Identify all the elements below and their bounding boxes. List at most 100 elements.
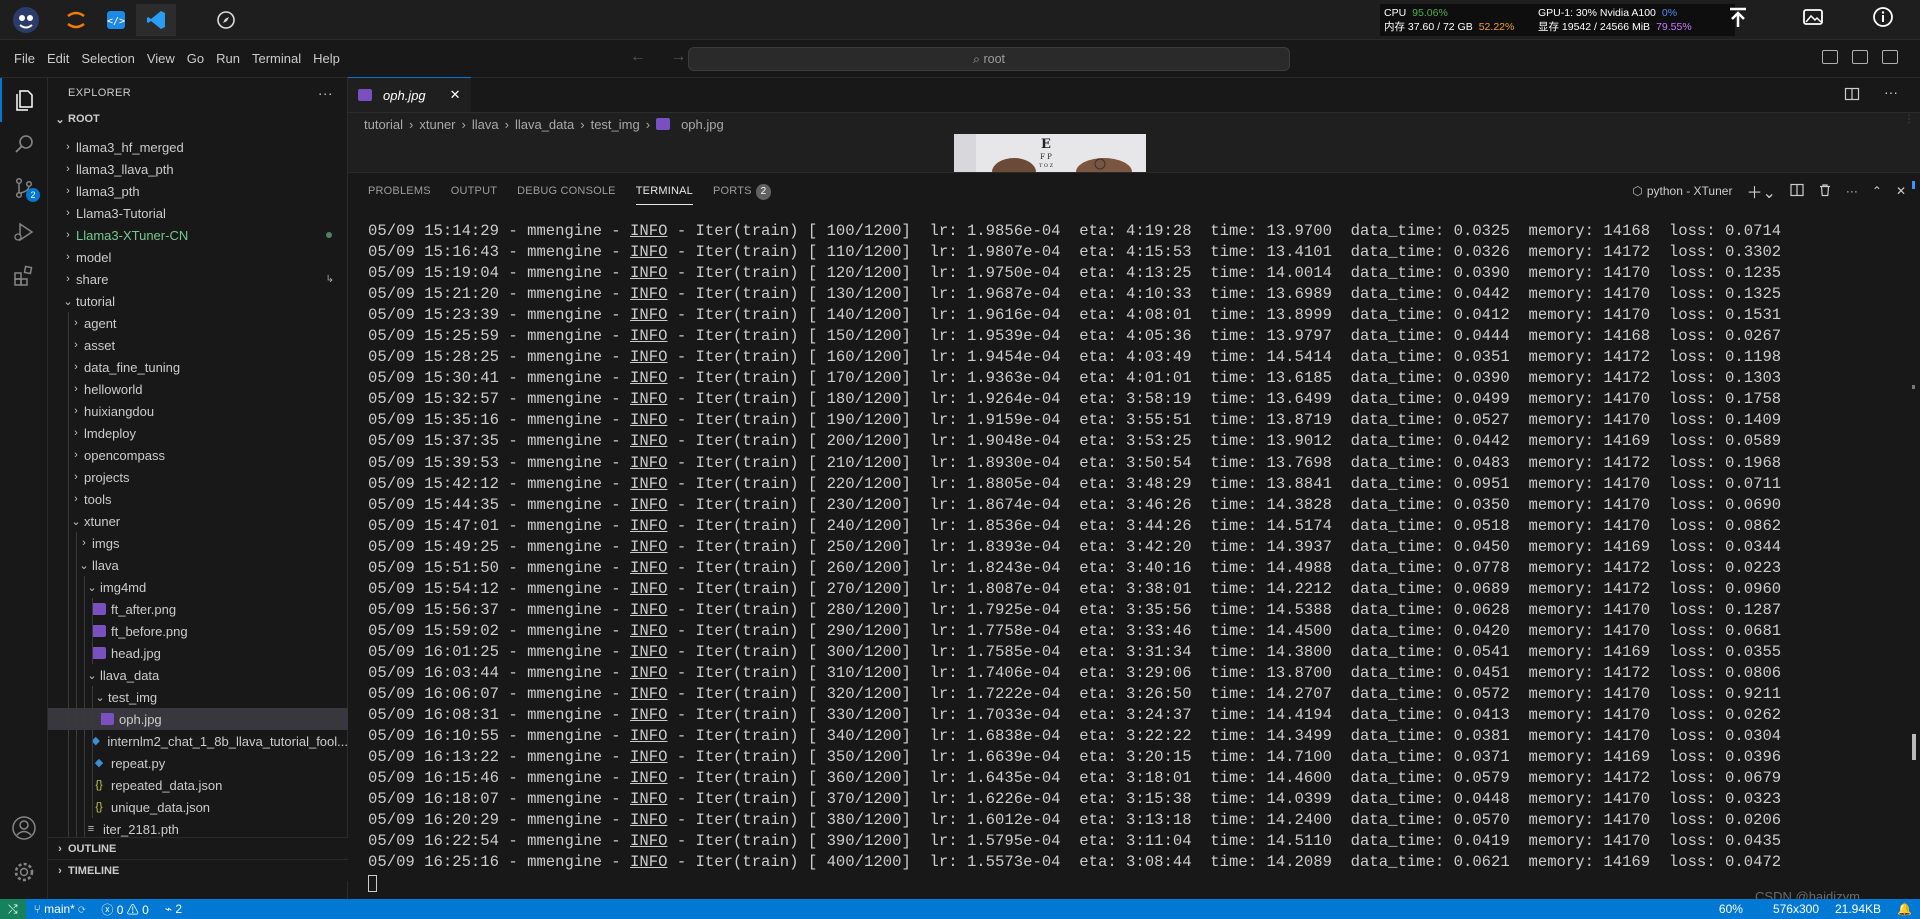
timeline-section[interactable]: › TIMELINE bbox=[48, 859, 348, 881]
tab-problems[interactable]: PROBLEMS bbox=[358, 173, 441, 209]
tree-folder[interactable]: ⌄ llava_data bbox=[48, 664, 348, 686]
breadcrumb-item[interactable]: test_img bbox=[591, 117, 640, 132]
menu-run[interactable]: Run bbox=[210, 51, 246, 66]
menu-help[interactable]: Help bbox=[307, 51, 346, 66]
log-separator: - Iter(train) [ bbox=[667, 769, 827, 788]
explorer-icon[interactable] bbox=[0, 78, 48, 122]
log-separator: time: bbox=[1191, 516, 1267, 535]
search-icon[interactable] bbox=[0, 122, 48, 166]
tree-file[interactable]: oph.jpg bbox=[48, 708, 348, 730]
source-control-icon[interactable]: 2 bbox=[0, 166, 48, 210]
explorer-more-icon[interactable]: ··· bbox=[318, 85, 333, 101]
tree-folder[interactable]: › llama3_pth bbox=[48, 180, 348, 202]
tree-file[interactable]: ≡ iter_2181.pth bbox=[48, 818, 348, 837]
tree-folder[interactable]: › share ↳ bbox=[48, 268, 348, 290]
tree-folder[interactable]: › asset bbox=[48, 334, 348, 356]
git-branch[interactable]: ⑂ main* ⟳ bbox=[26, 902, 94, 916]
split-terminal-icon[interactable] bbox=[1790, 183, 1804, 200]
toggle-sidebar-icon[interactable] bbox=[1822, 50, 1838, 64]
compass-icon[interactable] bbox=[210, 4, 242, 36]
tab-ports[interactable]: PORTS 2 bbox=[703, 173, 781, 209]
account-icon[interactable] bbox=[0, 806, 48, 850]
menu-edit[interactable]: Edit bbox=[41, 51, 75, 66]
outline-section[interactable]: › OUTLINE bbox=[48, 837, 348, 859]
close-icon[interactable]: ✕ bbox=[450, 87, 461, 103]
tree-folder[interactable]: › tools bbox=[48, 488, 348, 510]
info-icon[interactable] bbox=[1872, 6, 1894, 34]
extensions-icon[interactable] bbox=[0, 254, 48, 298]
tree-folder[interactable]: › agent bbox=[48, 312, 348, 334]
upload-icon[interactable] bbox=[1728, 6, 1748, 36]
problems-indicator[interactable]: ⓧ 0 ⚠ 0 bbox=[93, 901, 156, 918]
tree-file[interactable]: ◆ repeat.py bbox=[48, 752, 348, 774]
tree-folder[interactable]: ⌄ xtuner bbox=[48, 510, 348, 532]
tree-folder[interactable]: ⌄ img4md bbox=[48, 576, 348, 598]
breadcrumb-item[interactable]: llava_data bbox=[515, 117, 574, 132]
tree-file[interactable]: ◆ internlm2_chat_1_8b_llava_tutorial_fool… bbox=[48, 730, 348, 752]
run-debug-icon[interactable] bbox=[0, 210, 48, 254]
tree-folder[interactable]: › huixiangdou bbox=[48, 400, 348, 422]
menu-go[interactable]: Go bbox=[181, 51, 210, 66]
tree-file[interactable]: ft_after.png bbox=[48, 598, 348, 620]
tree-file[interactable]: head.jpg bbox=[48, 642, 348, 664]
editor-more-icon[interactable]: ··· bbox=[1884, 84, 1898, 100]
terminal-scrollbar[interactable] bbox=[1912, 181, 1916, 760]
tree-folder[interactable]: › helloworld bbox=[48, 378, 348, 400]
terminal-output[interactable]: 05/09 15:14:29 - mmengine - INFO - Iter(… bbox=[368, 221, 1868, 895]
zoom-level[interactable]: 60% bbox=[1711, 902, 1751, 916]
jupyter-icon[interactable] bbox=[60, 4, 92, 36]
remote-indicator[interactable]: ⤭ bbox=[0, 899, 26, 919]
root-folder-header[interactable]: ⌄ ROOT bbox=[48, 108, 347, 130]
settings-gear-icon[interactable] bbox=[0, 850, 48, 894]
tree-file[interactable]: ft_before.png bbox=[48, 620, 348, 642]
tree-folder[interactable]: › projects bbox=[48, 466, 348, 488]
tree-file[interactable]: {} unique_data.json bbox=[48, 796, 348, 818]
tree-folder[interactable]: › llama3_llava_pth bbox=[48, 158, 348, 180]
menu-file[interactable]: File bbox=[8, 51, 41, 66]
tab-terminal[interactable]: TERMINAL bbox=[626, 173, 703, 209]
maximize-panel-icon[interactable]: ⌃ bbox=[1872, 184, 1882, 198]
panel-more-icon[interactable]: ··· bbox=[1846, 184, 1858, 198]
tree-folder[interactable]: › data_fine_tuning bbox=[48, 356, 348, 378]
breadcrumb-item[interactable]: tutorial bbox=[364, 117, 403, 132]
tree-folder[interactable]: › Llama3-XTuner-CN bbox=[48, 224, 348, 246]
tree-folder[interactable]: › opencompass bbox=[48, 444, 348, 466]
tree-folder[interactable]: ⌄ tutorial bbox=[48, 290, 348, 312]
tree-folder[interactable]: ⌄ test_img bbox=[48, 686, 348, 708]
breadcrumb-item[interactable]: llava bbox=[472, 117, 499, 132]
log-memory: 14170 bbox=[1603, 285, 1651, 304]
tree-file[interactable]: {} repeated_data.json bbox=[48, 774, 348, 796]
tab-debug-console[interactable]: DEBUG CONSOLE bbox=[507, 173, 626, 209]
ports-indicator[interactable]: ⌁ 2 bbox=[157, 902, 190, 916]
menu-view[interactable]: View bbox=[141, 51, 181, 66]
terminal-instance[interactable]: ⬡ python - XTuner bbox=[1632, 184, 1732, 198]
vscode-web-icon[interactable]: </> bbox=[100, 4, 132, 36]
tree-folder[interactable]: › imgs bbox=[48, 532, 348, 554]
close-panel-icon[interactable]: ✕ bbox=[1896, 184, 1906, 198]
toggle-panel-icon[interactable] bbox=[1852, 50, 1868, 64]
nav-back-forward-icon[interactable]: ← → bbox=[630, 48, 696, 66]
command-center-search[interactable]: ⌕ root bbox=[688, 47, 1290, 71]
tree-folder[interactable]: ⌄ llava bbox=[48, 554, 348, 576]
tree-folder[interactable]: › model bbox=[48, 246, 348, 268]
menu-terminal[interactable]: Terminal bbox=[246, 51, 307, 66]
minimap-scroll-icon[interactable]: ⋮ bbox=[1902, 114, 1916, 174]
tab-output[interactable]: OUTPUT bbox=[441, 173, 507, 209]
breadcrumb-item[interactable]: oph.jpg bbox=[681, 117, 724, 132]
toggle-secondary-sidebar-icon[interactable] bbox=[1882, 50, 1898, 64]
tree-folder[interactable]: › llama3_hf_merged bbox=[48, 136, 348, 158]
image-viewer-icon[interactable] bbox=[1802, 6, 1824, 34]
tab-oph-jpg[interactable]: oph.jpg ✕ bbox=[348, 77, 471, 112]
log-lr: 1.9363e-04 bbox=[966, 369, 1061, 388]
breadcrumb-item[interactable]: xtuner bbox=[419, 117, 455, 132]
split-editor-icon[interactable] bbox=[1844, 86, 1860, 107]
terminal-prompt[interactable] bbox=[368, 873, 1868, 894]
tree-folder[interactable]: › lmdeploy bbox=[48, 422, 348, 444]
new-terminal-icon[interactable]: ＋⌄ bbox=[1746, 179, 1775, 203]
trash-icon[interactable] bbox=[1818, 183, 1832, 200]
menu-selection[interactable]: Selection bbox=[75, 51, 140, 66]
app-logo-icon[interactable] bbox=[10, 4, 42, 36]
tree-folder[interactable]: › Llama3-Tutorial bbox=[48, 202, 348, 224]
vscode-icon[interactable] bbox=[136, 4, 176, 36]
notifications-icon[interactable]: 🔔 bbox=[1889, 902, 1920, 916]
